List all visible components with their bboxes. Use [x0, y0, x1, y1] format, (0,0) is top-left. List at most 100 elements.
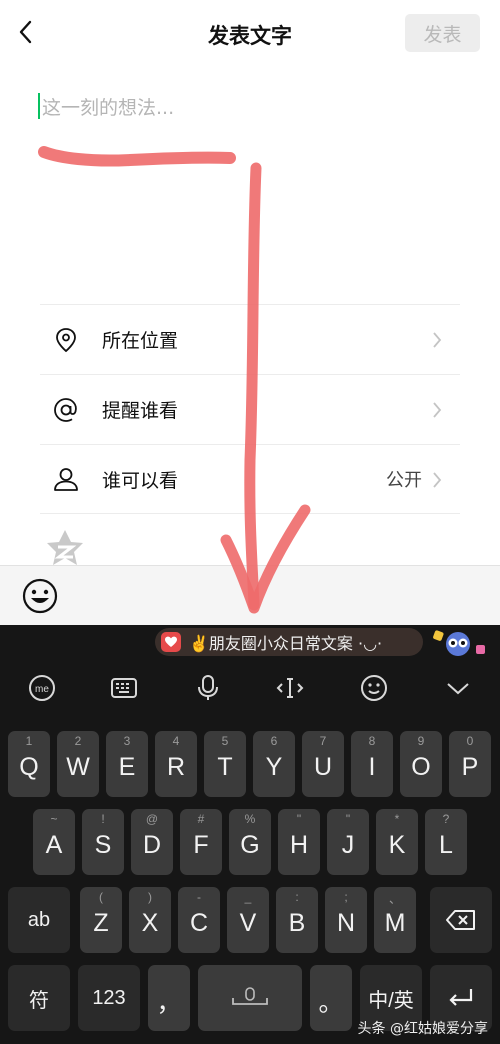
- key-u[interactable]: 7U: [302, 731, 344, 797]
- emoji-icon: [361, 675, 387, 701]
- backspace-icon: [446, 910, 475, 930]
- key-p[interactable]: 0P: [449, 731, 491, 797]
- key-hint: -: [197, 890, 201, 904]
- key-o[interactable]: 9O: [400, 731, 442, 797]
- key-period[interactable]: 。: [310, 965, 352, 1031]
- key-hint: 7: [319, 734, 327, 748]
- option-visibility[interactable]: 谁可以看 公开: [40, 444, 460, 514]
- key-symbol[interactable]: 符: [8, 965, 70, 1031]
- key-t[interactable]: 5T: [204, 731, 246, 797]
- key-letter: C: [189, 908, 209, 937]
- key-hint: ;: [344, 890, 348, 904]
- emoji-panel-button[interactable]: [356, 671, 392, 705]
- key-hint: ": [296, 812, 302, 826]
- key-hint: :: [295, 890, 299, 904]
- key-x[interactable]: ) X: [129, 887, 171, 953]
- option-location-label: 所在位置: [102, 330, 179, 352]
- publish-button[interactable]: 发表: [405, 14, 480, 52]
- key-comma[interactable]: ，: [148, 965, 190, 1031]
- key-e[interactable]: 3E: [106, 731, 148, 797]
- option-location[interactable]: 所在位置: [40, 304, 460, 374]
- key-number[interactable]: 123: [78, 965, 140, 1031]
- ime-logo-button[interactable]: me: [24, 671, 60, 705]
- cursor-move-button[interactable]: [272, 671, 308, 705]
- keyboard-icon: [111, 678, 137, 698]
- key-n[interactable]: ; N: [325, 887, 367, 953]
- key-y[interactable]: 6Y: [253, 731, 295, 797]
- key-k[interactable]: * K: [376, 809, 418, 875]
- key-symbol-label: 符: [29, 989, 49, 1012]
- chevron-right-icon: [433, 472, 442, 488]
- collapse-keyboard-button[interactable]: [440, 671, 476, 705]
- key-m[interactable]: 、 M: [374, 887, 416, 953]
- mascot-icon[interactable]: [432, 627, 490, 657]
- key-g[interactable]: % G: [229, 809, 271, 875]
- key-h[interactable]: " H: [278, 809, 320, 875]
- key-letter: D: [142, 830, 162, 859]
- app-logo-icon: [161, 632, 181, 652]
- keyboard: ✌️朋友圈小众日常文案 ·◡· me 符 123 ， 。 中/英 ab 1 Q …: [0, 625, 500, 1044]
- svg-text:me: me: [35, 684, 49, 695]
- key-letter: R: [166, 752, 186, 781]
- key-letter: F: [193, 830, 209, 859]
- key-v[interactable]: _ V: [227, 887, 269, 953]
- key-w[interactable]: 2W: [57, 731, 99, 797]
- chevron-right-icon: [433, 332, 442, 348]
- key-letter: Z: [93, 908, 109, 937]
- voice-input-button[interactable]: [190, 671, 226, 705]
- location-pin-icon: [56, 327, 76, 352]
- visibility-value: 公开: [386, 470, 422, 491]
- key-r[interactable]: 4R: [155, 731, 197, 797]
- key-letter: W: [66, 752, 90, 781]
- key-ab[interactable]: ab: [8, 887, 70, 953]
- key-hint: (: [99, 890, 103, 904]
- key-q[interactable]: 1Q: [8, 731, 50, 797]
- key-letter: G: [240, 830, 260, 859]
- person-icon: [54, 468, 78, 491]
- keyboard-switch-button[interactable]: [106, 671, 142, 705]
- at-sign-icon: [54, 397, 77, 422]
- key-number-label: 123: [92, 986, 126, 1009]
- key-s[interactable]: ! S: [82, 809, 124, 875]
- suggestion-pill[interactable]: ✌️朋友圈小众日常文案 ·◡·: [155, 628, 423, 656]
- key-hint: 4: [172, 734, 180, 748]
- cursor-move-icon: [276, 678, 304, 698]
- key-l[interactable]: ? L: [425, 809, 467, 875]
- post-text-input[interactable]: 这一刻的想法...: [38, 88, 458, 124]
- key-period-label: 。: [318, 989, 344, 1017]
- key-letter: L: [439, 830, 453, 859]
- key-hint: 9: [417, 734, 425, 748]
- key-j[interactable]: " J: [327, 809, 369, 875]
- key-letter: T: [217, 752, 233, 781]
- key-c[interactable]: -C: [178, 887, 220, 953]
- key-letter: Y: [265, 752, 283, 781]
- emoji-button[interactable]: [20, 576, 60, 616]
- key-hint: %: [244, 812, 256, 826]
- space-mic-icon: [232, 987, 268, 1005]
- key-hint: ): [148, 890, 152, 904]
- key-a[interactable]: ~ A: [33, 809, 75, 875]
- text-caret: [38, 93, 40, 119]
- key-i[interactable]: 8I: [351, 731, 393, 797]
- key-z[interactable]: (Z: [80, 887, 122, 953]
- key-letter: Q: [19, 752, 39, 781]
- enter-icon: [449, 989, 473, 1006]
- key-d[interactable]: @ D: [131, 809, 173, 875]
- key-hint: #: [197, 812, 205, 826]
- key-b[interactable]: :B: [276, 887, 318, 953]
- key-letter: M: [384, 908, 406, 937]
- key-space[interactable]: [198, 965, 302, 1031]
- chevron-right-icon: [433, 402, 442, 418]
- key-hint: ": [345, 812, 351, 826]
- ime-logo-icon: me: [29, 675, 55, 701]
- key-letter: J: [341, 830, 355, 859]
- key-backspace[interactable]: [430, 887, 492, 953]
- key-hint: 2: [74, 734, 82, 748]
- key-hint: _: [244, 890, 252, 904]
- qzone-icon[interactable]: [46, 528, 84, 565]
- option-mention-label: 提醒谁看: [102, 400, 179, 422]
- key-language-label: 中/英: [368, 989, 414, 1012]
- key-f[interactable]: # F: [180, 809, 222, 875]
- key-hint: 3: [123, 734, 131, 748]
- option-mention[interactable]: 提醒谁看: [40, 374, 460, 444]
